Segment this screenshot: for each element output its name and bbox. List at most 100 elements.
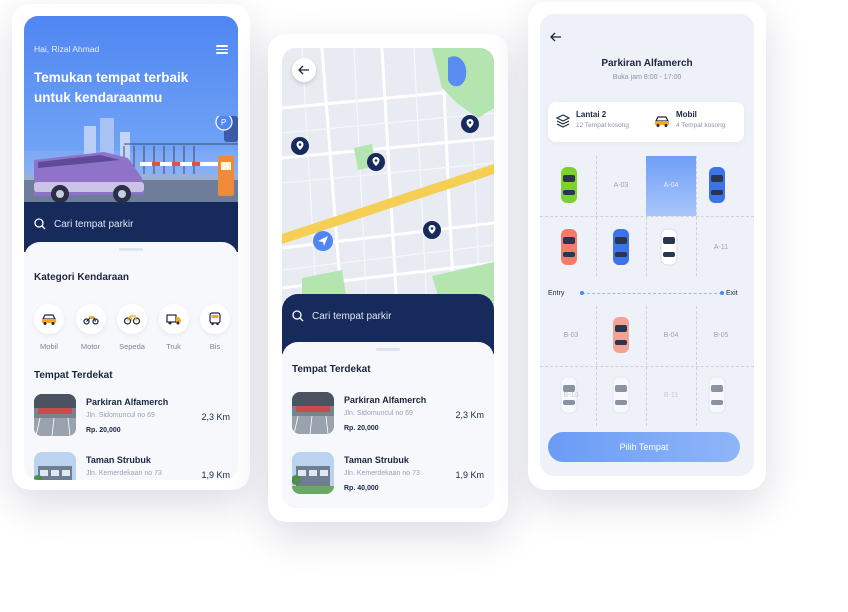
car-top-icon[interactable] (612, 316, 630, 354)
vehicle-title: Mobil (676, 110, 697, 119)
car-top-icon[interactable] (708, 166, 726, 204)
place-card[interactable]: Parkiran Alfamerch Jln. Sidomuncul no 69… (292, 392, 484, 438)
place-distance: 1,9 Km (201, 470, 230, 480)
floor-subtitle: 12 Tempat kosong (576, 122, 629, 129)
drag-handle[interactable] (376, 348, 400, 351)
place-distance: 2,3 Km (201, 412, 230, 422)
vehicle-info: Mobil 4 Tempat kosong (676, 110, 725, 129)
category-label: Mobil (40, 342, 58, 351)
map-pin-icon[interactable] (422, 220, 442, 240)
slot-label: B-11 (663, 392, 679, 399)
category-car[interactable]: Mobil (30, 304, 68, 351)
map-pin-icon[interactable] (460, 114, 480, 134)
bicycle-icon (124, 315, 140, 325)
place-price: Rp. 40,000 (344, 485, 379, 492)
car-top-icon[interactable] (708, 376, 726, 414)
greeting: Hai, Rizal Ahmad (34, 44, 100, 54)
map-pin-icon[interactable] (366, 152, 386, 172)
slot-label: A-11 (713, 244, 729, 251)
slot-label: B-03 (563, 332, 579, 339)
floor-info: Lantai 2 12 Tempat kosong (576, 110, 629, 129)
search-placeholder: Cari tempat parkir (312, 310, 392, 322)
place-name: Taman Strubuk (344, 455, 409, 465)
layers-icon (556, 114, 570, 128)
floor-title: Lantai 2 (576, 110, 607, 119)
slot-label: B-05 (713, 332, 729, 339)
place-price: Rp. 20,000 (344, 425, 379, 432)
parking-photo (34, 394, 76, 436)
phone-map: Cari tempat parkir Tempat Terdekat Parki… (268, 34, 508, 522)
category-label: Motor (80, 342, 101, 351)
home-bottom-sheet: Kategori Kendaraan Mobil Motor Sepeda Tr… (24, 242, 238, 480)
motorbike-icon (82, 316, 99, 325)
category-bicycle[interactable]: Sepeda (113, 304, 151, 351)
category-label: Sepeda (119, 342, 145, 351)
hero-headline: Temukan tempat terbaik untuk kendaraanmu (34, 70, 189, 105)
car-icon (42, 314, 56, 325)
bus-icon (209, 312, 221, 326)
car-top-icon[interactable] (560, 166, 578, 204)
car-top-icon[interactable] (612, 376, 630, 414)
category-list: Mobil Motor Sepeda Truk Bis (30, 304, 234, 351)
car-top-icon[interactable] (660, 228, 678, 266)
home-screen: Hai, Rizal Ahmad Temukan tempat terbaik … (24, 16, 238, 480)
place-card[interactable]: Taman Strubuk Jln. Kemerdekaan no 73 1,9… (34, 452, 230, 480)
car-icon (655, 116, 669, 127)
map-bottom-sheet: Tempat Terdekat Parkiran Alfamerch Jln. … (282, 342, 494, 508)
place-name: Parkiran Alfamerch (86, 397, 169, 407)
place-address: Jln. Kemerdekaan no 73 (344, 470, 420, 477)
parking-title: Parkiran Alfamerch (601, 58, 693, 69)
svg-text:P: P (221, 118, 226, 127)
slot-label: B-04 (663, 332, 679, 339)
category-label: Truk (166, 342, 181, 351)
place-address: Jln. Sidomuncul no 69 (344, 410, 413, 417)
category-label: Bis (209, 342, 221, 351)
map-pin-icon[interactable] (290, 136, 310, 156)
truck-icon (165, 314, 181, 325)
category-motor[interactable]: Motor (72, 304, 110, 351)
entry-label: Entry (548, 290, 565, 297)
category-bus[interactable]: Bis (196, 304, 234, 351)
vehicle-subtitle: 4 Tempat kosong (676, 122, 726, 129)
search-icon (34, 218, 46, 230)
arrow-left-icon (298, 65, 309, 75)
search-placeholder: Cari tempat parkir (54, 218, 134, 230)
lane-line (582, 293, 722, 294)
park-photo (34, 452, 76, 480)
arrow-left-icon[interactable] (550, 32, 562, 42)
slot-label: A-03 (613, 182, 629, 189)
phone-home: Hai, Rizal Ahmad Temukan tempat terbaik … (12, 4, 250, 490)
place-card[interactable]: Parkiran Alfamerch Jln. Sidomuncul no 69… (34, 394, 230, 440)
park-photo (292, 452, 334, 494)
back-button[interactable] (292, 58, 316, 82)
phone-detail: Parkiran Alfamerch Buka jam 8:00 - 17:00… (528, 2, 766, 490)
opening-hours: Buka jam 8:00 - 17:00 (612, 74, 682, 81)
current-location-icon[interactable] (312, 230, 334, 252)
place-distance: 1,9 Km (455, 470, 484, 480)
category-truck[interactable]: Truk (155, 304, 193, 351)
place-address: Jln. Kemerdekaan no 73 (86, 470, 162, 477)
place-card[interactable]: Taman Strubuk Jln. Kemerdekaan no 73 Rp.… (292, 452, 484, 498)
place-name: Parkiran Alfamerch (344, 395, 427, 405)
car-top-icon[interactable] (612, 228, 630, 266)
city-map[interactable] (282, 48, 494, 308)
showcase: Hai, Rizal Ahmad Temukan tempat terbaik … (0, 0, 848, 612)
exit-label: Exit (726, 290, 738, 297)
floor-selector[interactable]: Lantai 2 12 Tempat kosong Mobil 4 Tempat… (548, 102, 744, 142)
drag-handle[interactable] (119, 248, 143, 251)
parking-grid: A-03 A-04 A-11 Entry Exit B-03 B-04 B-05… (540, 156, 754, 426)
map-screen: Cari tempat parkir Tempat Terdekat Parki… (282, 48, 494, 508)
parking-photo (292, 392, 334, 434)
place-name: Taman Strubuk (86, 455, 151, 465)
place-price: Rp. 20,000 (86, 427, 121, 434)
detail-screen: Parkiran Alfamerch Buka jam 8:00 - 17:00… (540, 14, 754, 476)
nearby-title: Tempat Terdekat (292, 364, 371, 375)
place-distance: 2,3 Km (455, 410, 484, 420)
search-icon (292, 310, 304, 322)
slot-label: B-10 (563, 392, 579, 399)
category-title: Kategori Kendaraan (34, 272, 130, 283)
nearby-title: Tempat Terdekat (34, 370, 113, 381)
choose-slot-button[interactable]: Pilih Tempat (548, 432, 740, 462)
menu-icon[interactable] (216, 45, 228, 54)
car-top-icon[interactable] (560, 228, 578, 266)
